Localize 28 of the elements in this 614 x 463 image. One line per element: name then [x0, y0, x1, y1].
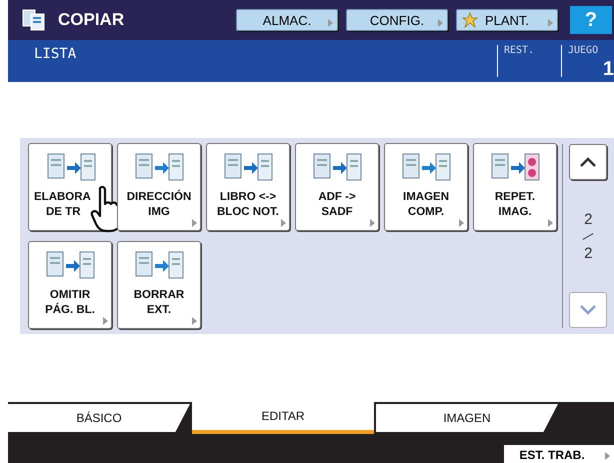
total-pages: 2	[584, 244, 592, 262]
function-button[interactable]: REPET. IMAG.	[473, 143, 557, 231]
tab[interactable]: EDITAR	[192, 402, 374, 434]
remaining-label: REST.	[504, 45, 536, 56]
function-button[interactable]: OMITIR PÁG. BL.	[28, 241, 112, 329]
tab[interactable]: BÁSICO	[8, 404, 190, 432]
tab[interactable]: IMAGEN	[376, 404, 558, 432]
sets-count: 1	[602, 58, 614, 81]
screen-title: COPIAR	[58, 10, 126, 30]
job-status-button[interactable]: EST. TRAB.	[504, 445, 614, 463]
current-page: 2	[584, 210, 592, 228]
function-button[interactable]: IMAGEN COMP.	[384, 143, 468, 231]
header-button[interactable]: PLANT.	[456, 9, 558, 31]
function-button[interactable]: ELABORA DE TR	[28, 143, 112, 231]
chevron-up-icon	[579, 157, 598, 167]
function-button[interactable]: LIBRO <-> BLOC NOT.	[206, 143, 290, 231]
function-button[interactable]: BORRAR EXT.	[117, 241, 201, 329]
star-icon	[462, 12, 478, 28]
copy-documents-icon	[22, 9, 46, 31]
header-button[interactable]: CONFIG.	[346, 9, 448, 31]
page-down-button[interactable]	[569, 292, 608, 328]
status-message: LISTA	[34, 46, 78, 64]
function-button[interactable]: ADF -> SADF	[295, 143, 379, 231]
function-button[interactable]: DIRECCIÓN IMG	[117, 143, 201, 231]
page-up-button[interactable]	[569, 144, 608, 180]
header-button[interactable]: ALMAC.	[236, 9, 338, 31]
sets-label: JUEGO	[568, 45, 600, 56]
chevron-down-icon	[579, 305, 598, 315]
